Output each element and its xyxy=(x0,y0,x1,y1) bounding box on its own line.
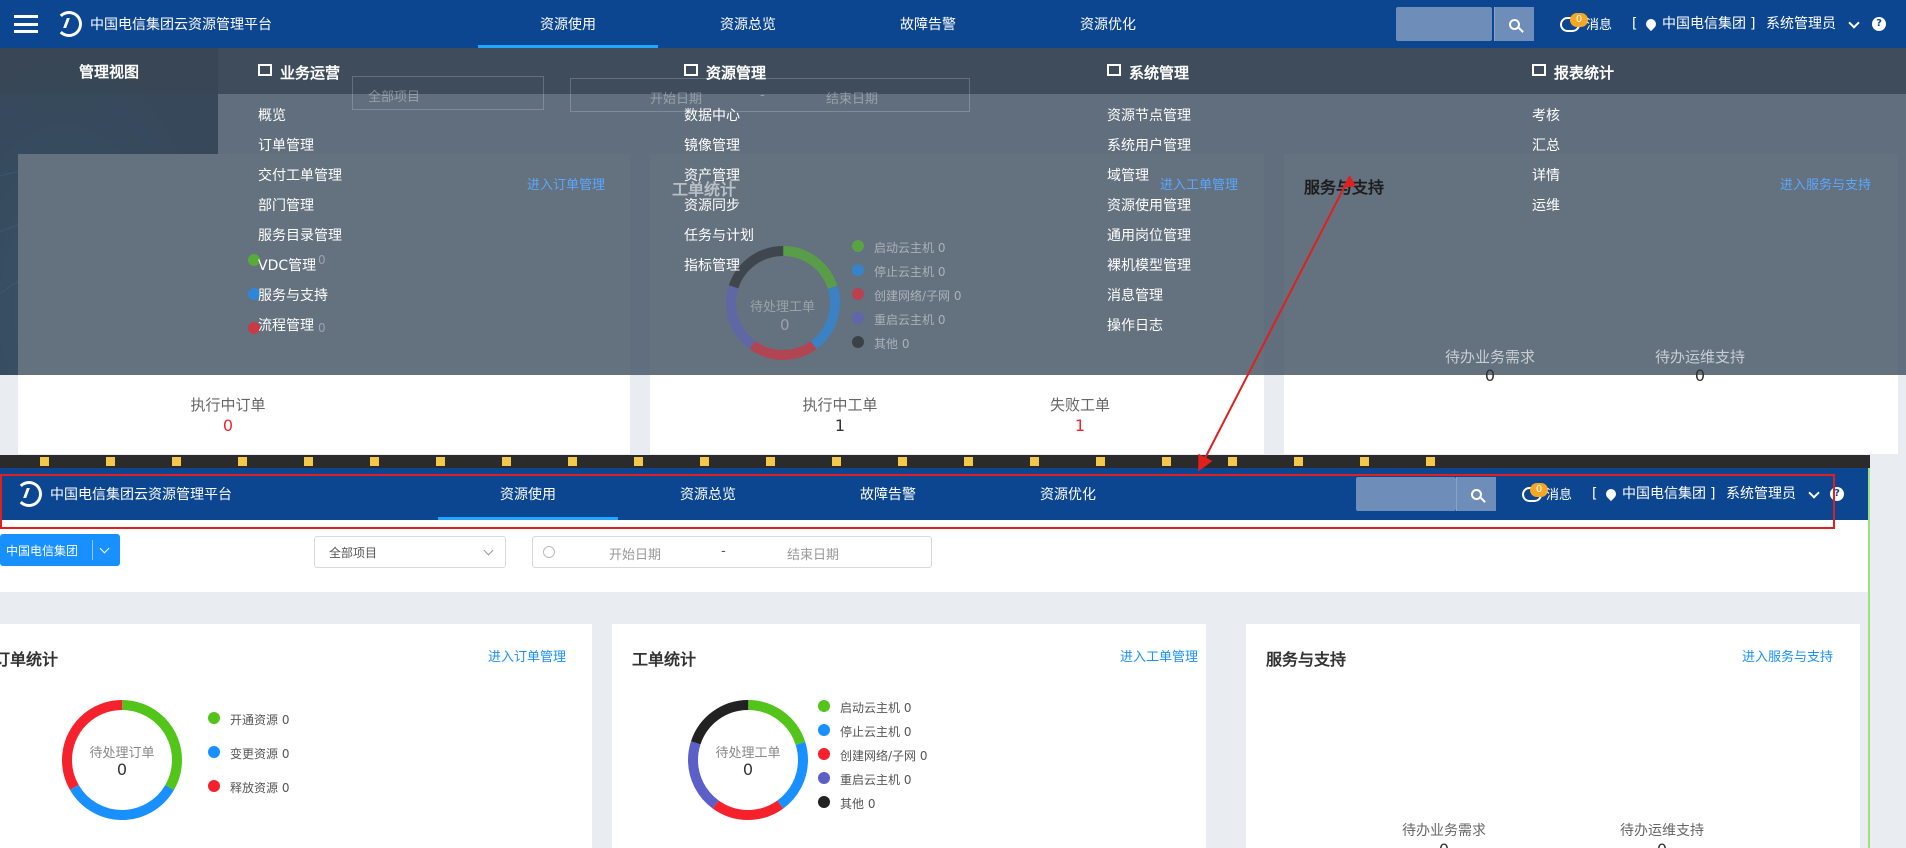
annotation-arrow-tail xyxy=(1342,176,1356,188)
annotation-arrow xyxy=(1198,175,1356,472)
annotation-arrow-line xyxy=(1198,175,1351,472)
